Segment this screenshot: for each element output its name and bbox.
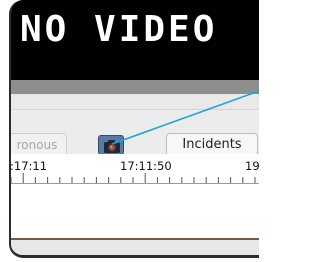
tick-label: 17:11:50 <box>120 159 172 173</box>
screenshot-stage: NO VIDEO ronous Incidents :17:11 17:11:5… <box>0 0 259 262</box>
ruler-ticks <box>11 173 256 183</box>
snapshot-button[interactable] <box>98 135 124 155</box>
time-ruler[interactable]: :17:11 17:11:50 19 <box>11 154 259 184</box>
track-footer <box>11 240 259 255</box>
video-panel[interactable]: NO VIDEO <box>11 0 259 80</box>
timeline-toolbar: ronous Incidents <box>11 110 259 157</box>
video-review-window: NO VIDEO ronous Incidents :17:11 17:11:5… <box>9 0 259 258</box>
camera-icon <box>99 136 123 154</box>
panel-separator[interactable] <box>11 94 259 110</box>
timeline-track[interactable] <box>11 184 259 238</box>
tick-label: 19 <box>245 159 259 173</box>
video-status-strip <box>11 80 259 94</box>
no-video-label: NO VIDEO <box>20 9 218 50</box>
tick-label: :17:11 <box>10 159 48 173</box>
